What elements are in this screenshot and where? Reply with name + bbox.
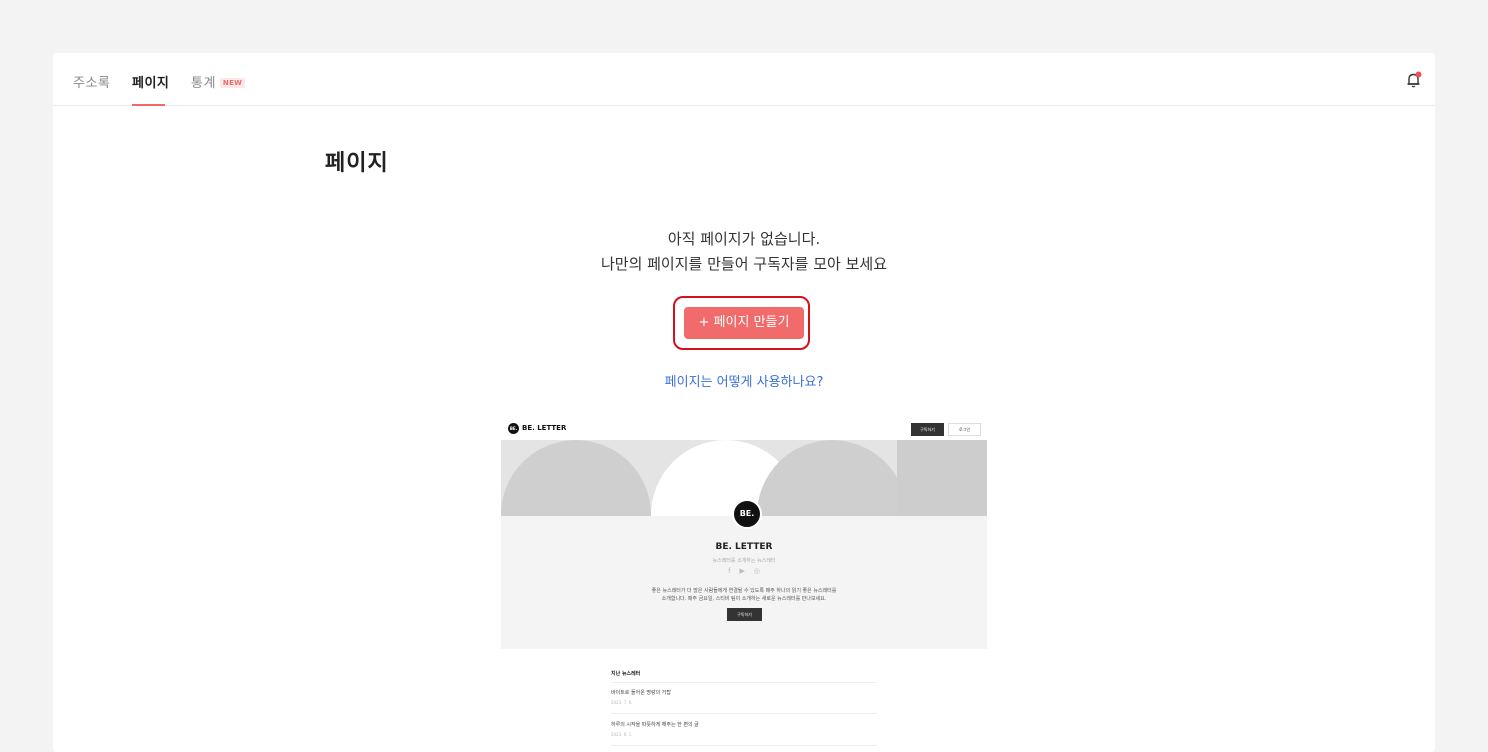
preview-desc-line1: 좋은 뉴스레터가 더 많은 사람들에게 연결될 수 있도록 매주 하나의 읽기 … bbox=[651, 588, 837, 594]
new-badge: NEW bbox=[219, 78, 246, 88]
main-card: 주소록 페이지 통계 NEW 페이지 아직 페이지가 없습니다. 나만의 페이지를… bbox=[53, 53, 1435, 752]
facebook-icon: f bbox=[728, 567, 731, 575]
tab-statistics[interactable]: 통계 NEW bbox=[191, 72, 246, 91]
preview-brand-name: BE. LETTER bbox=[522, 424, 567, 432]
preview-divider bbox=[611, 713, 877, 714]
empty-state-line2: 나만의 페이지를 만들어 구독자를 모아 보세요 bbox=[600, 255, 888, 273]
preview-social-icons: f ▶ ◎ bbox=[501, 567, 987, 575]
preview-past-newsletters-title: 지난 뉴스레터 bbox=[611, 671, 641, 677]
preview-divider bbox=[611, 745, 877, 746]
create-page-button[interactable]: + 페이지 만들기 bbox=[684, 307, 804, 339]
banner-shape-right bbox=[757, 440, 907, 516]
preview-desc-line2: 소개합니다. 매주 금요일, 스티비 팀이 소개하는 새로운 뉴스레터를 만나보… bbox=[661, 596, 827, 602]
active-tab-indicator bbox=[132, 104, 165, 106]
youtube-icon: ▶ bbox=[739, 567, 745, 575]
preview-item-title: 바이트로 들어온 명랑의 거탑 bbox=[611, 690, 671, 696]
preview-tagline: 뉴스레터를 소개하는 뉴스레터 bbox=[712, 558, 776, 564]
preview-subscribe-button: 구독하기 bbox=[911, 423, 944, 436]
preview-avatar: BE. bbox=[732, 499, 762, 529]
preview-profile-section bbox=[501, 516, 987, 649]
empty-state-line1: 아직 페이지가 없습니다. bbox=[667, 230, 821, 248]
preview-login-button: 로그인 bbox=[948, 423, 981, 436]
instagram-icon: ◎ bbox=[753, 567, 760, 575]
preview-profile-title: BE. LETTER bbox=[715, 542, 773, 552]
preview-item-date: 2023. 7. 6. bbox=[611, 700, 633, 705]
preview-description: 좋은 뉴스레터가 더 많은 사람들에게 연결될 수 있도록 매주 하나의 읽기 … bbox=[501, 587, 987, 603]
tab-statistics-label: 통계 bbox=[191, 76, 216, 91]
preview-avatar-text: BE. bbox=[739, 509, 755, 518]
preview-item-date: 2023. 6. 1. bbox=[611, 732, 633, 737]
page-preview-image: BE. BE. LETTER 구독하기 로그인 BE. BE. LETTER 뉴… bbox=[501, 417, 987, 752]
preview-header: BE. BE. LETTER 구독하기 로그인 bbox=[501, 417, 987, 440]
page-title: 페이지 bbox=[325, 151, 389, 176]
howto-link[interactable]: 페이지는 어떻게 사용하나요? bbox=[53, 371, 1435, 390]
bell-icon[interactable] bbox=[1405, 71, 1423, 89]
preview-cta-button: 구독하기 bbox=[727, 608, 762, 621]
top-navigation: 주소록 페이지 통계 NEW bbox=[53, 53, 1435, 106]
banner-shape-left bbox=[501, 440, 651, 516]
tab-pages[interactable]: 페이지 bbox=[132, 72, 169, 91]
banner-block bbox=[897, 440, 987, 516]
preview-logo: BE. bbox=[508, 423, 519, 434]
preview-item-title: 하루의 시작을 따뜻하게 해주는 한 편의 글 bbox=[611, 722, 699, 728]
preview-divider bbox=[611, 682, 877, 683]
preview-logo-text: BE. bbox=[509, 426, 518, 431]
tab-contacts[interactable]: 주소록 bbox=[73, 72, 110, 91]
